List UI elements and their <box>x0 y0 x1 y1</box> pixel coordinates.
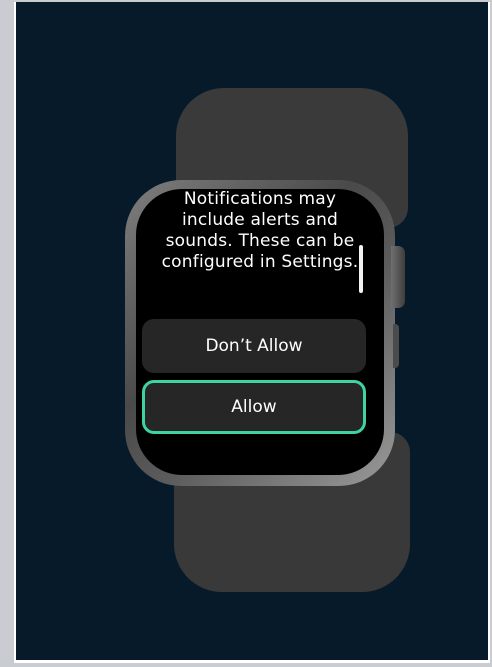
digital-crown[interactable] <box>391 246 405 308</box>
side-button[interactable] <box>393 324 399 368</box>
allow-button[interactable]: Allow <box>142 380 366 434</box>
notification-permission-message: Notifications may include alerts and sou… <box>161 189 359 272</box>
watch-screen: Notifications may include alerts and sou… <box>136 189 384 475</box>
scroll-indicator <box>359 245 363 293</box>
dont-allow-button[interactable]: Don’t Allow <box>142 319 366 373</box>
watch-stage: Notifications may include alerts and sou… <box>16 2 488 660</box>
